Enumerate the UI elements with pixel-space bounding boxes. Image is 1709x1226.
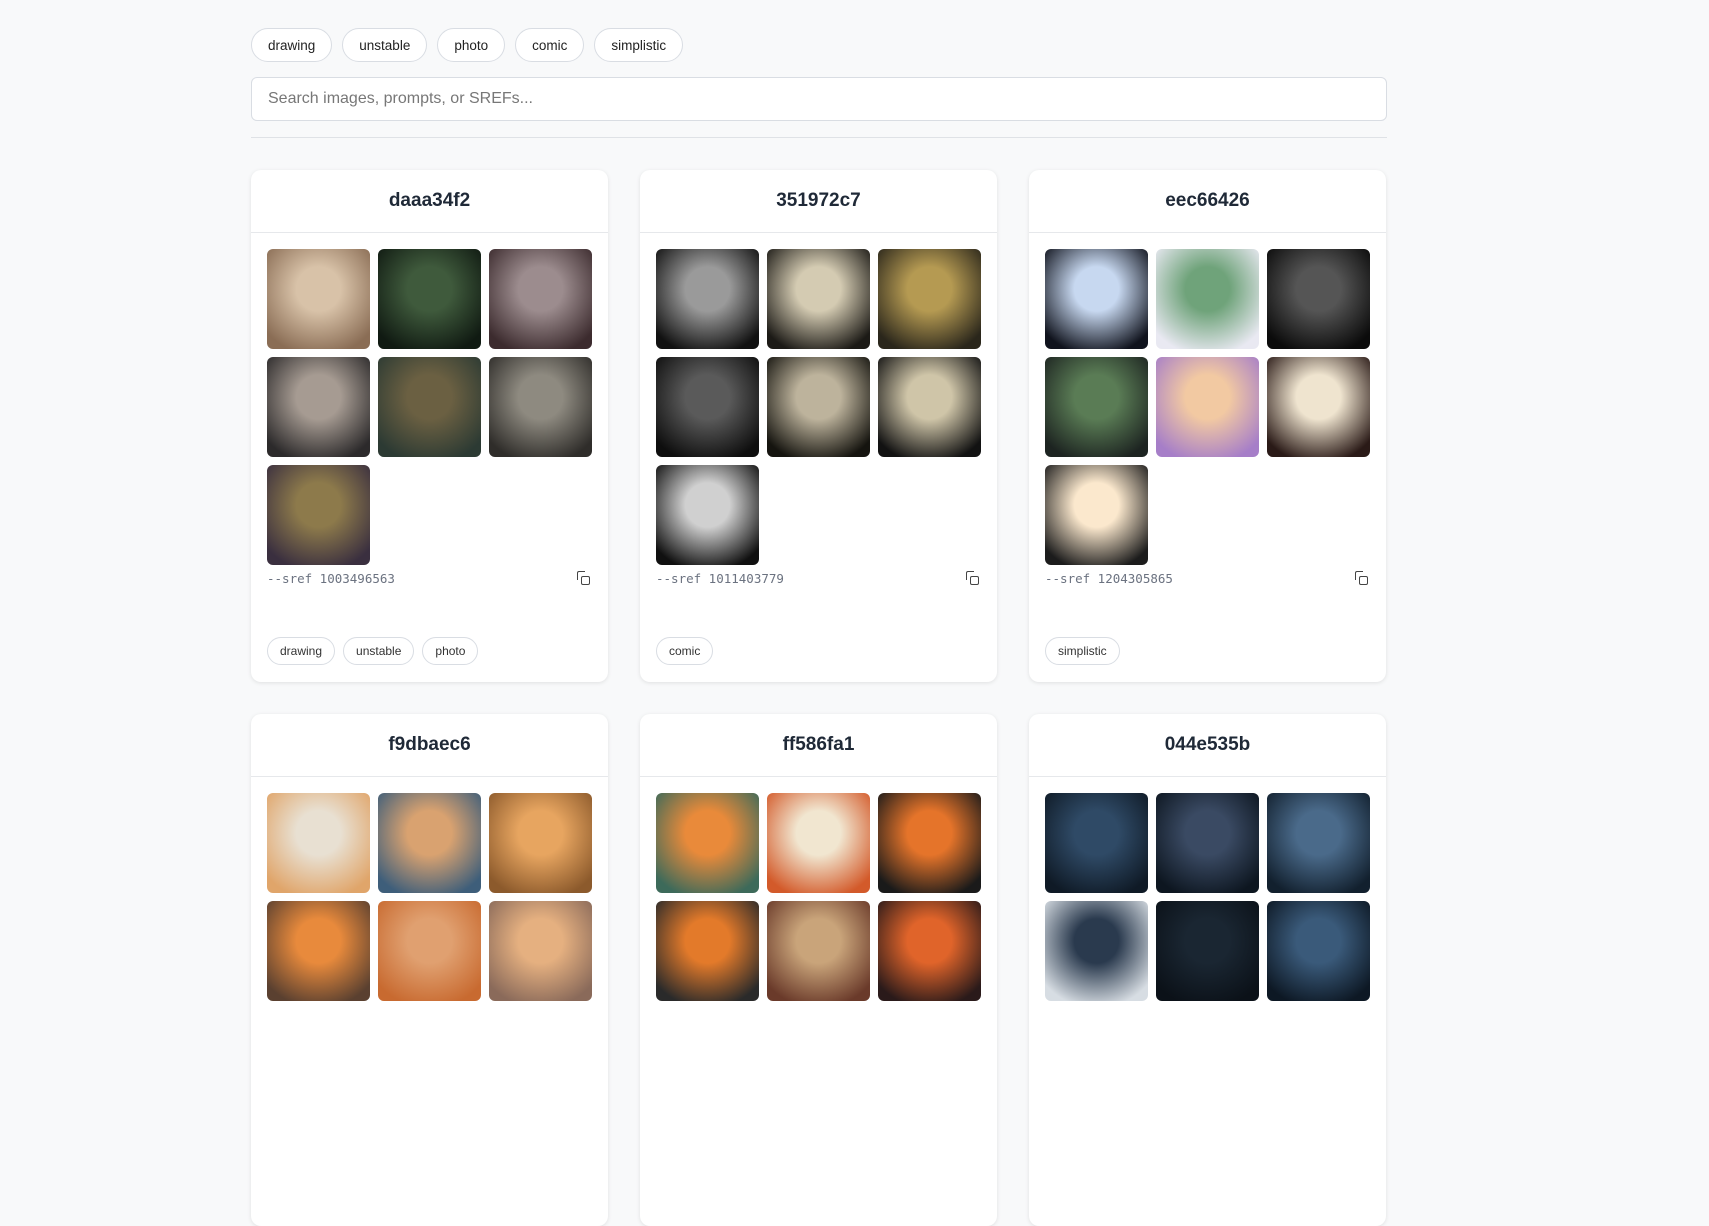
- thumbnail-image[interactable]: [378, 901, 481, 1001]
- sref-row: --sref 1204305865: [1045, 570, 1370, 586]
- thumbnail-grid: [1045, 793, 1370, 1001]
- copy-icon[interactable]: [576, 570, 592, 586]
- thumbnail-image[interactable]: [267, 357, 370, 457]
- thumbnail-image[interactable]: [267, 249, 370, 349]
- tag-chip[interactable]: simplistic: [1045, 637, 1120, 665]
- thumbnail-image[interactable]: [878, 901, 981, 1001]
- thumbnail-image[interactable]: [1156, 357, 1259, 457]
- thumbnail-image[interactable]: [489, 249, 592, 349]
- thumbnail-image[interactable]: [1156, 793, 1259, 893]
- thumbnail-image[interactable]: [767, 793, 870, 893]
- sref-card[interactable]: eec66426 --sref 1204305865 simplistic: [1029, 170, 1386, 682]
- thumbnail-grid: [656, 793, 981, 1001]
- thumbnail-image[interactable]: [1045, 249, 1148, 349]
- sref-card[interactable]: f9dbaec6: [251, 714, 608, 1226]
- tag-chip[interactable]: comic: [656, 637, 714, 665]
- thumbnail-image[interactable]: [1267, 357, 1370, 457]
- thumbnail-image[interactable]: [1045, 465, 1148, 565]
- thumbnail-grid: [267, 249, 592, 565]
- sref-row: --sref 1003496563: [267, 570, 592, 586]
- thumbnail-image[interactable]: [656, 465, 759, 565]
- thumbnail-image[interactable]: [1156, 249, 1259, 349]
- tag-list: comic: [656, 637, 714, 665]
- thumbnail-image[interactable]: [767, 249, 870, 349]
- thumbnail-image[interactable]: [267, 793, 370, 893]
- thumbnail-image[interactable]: [656, 249, 759, 349]
- thumbnail-image[interactable]: [767, 901, 870, 1001]
- copy-icon[interactable]: [965, 570, 981, 586]
- sref-card[interactable]: daaa34f2 --sref 1003496563 drawing unstable…: [251, 170, 608, 682]
- thumbnail-image[interactable]: [378, 793, 481, 893]
- copy-icon[interactable]: [1354, 570, 1370, 586]
- card-title: eec66426: [1029, 170, 1386, 233]
- thumbnail-image[interactable]: [489, 357, 592, 457]
- thumbnail-image[interactable]: [1045, 901, 1148, 1001]
- card-title: 351972c7: [640, 170, 997, 233]
- thumbnail-image[interactable]: [767, 357, 870, 457]
- thumbnail-image[interactable]: [1267, 901, 1370, 1001]
- card-title: ff586fa1: [640, 714, 997, 777]
- thumbnail-grid: [656, 249, 981, 565]
- card-title: daaa34f2: [251, 170, 608, 233]
- thumbnail-image[interactable]: [267, 465, 370, 565]
- tag-chip[interactable]: drawing: [267, 637, 336, 665]
- tag-list: simplistic: [1045, 637, 1120, 665]
- card-title: 044e535b: [1029, 714, 1386, 777]
- thumbnail-image[interactable]: [378, 249, 481, 349]
- sref-row: --sref 1011403779: [656, 570, 981, 586]
- thumbnail-image[interactable]: [1045, 793, 1148, 893]
- sref-code: --sref 1003496563: [267, 570, 395, 586]
- thumbnail-image[interactable]: [378, 357, 481, 457]
- sref-card[interactable]: 351972c7 --sref 1011403779 comic: [640, 170, 997, 682]
- thumbnail-grid: [267, 793, 592, 1001]
- page-container: drawing unstable photo comic simplistic …: [251, 0, 1387, 1226]
- thumbnail-grid: [1045, 249, 1370, 565]
- search-box: [251, 77, 1387, 121]
- filter-chip-drawing[interactable]: drawing: [251, 28, 333, 62]
- thumbnail-image[interactable]: [1267, 249, 1370, 349]
- thumbnail-image[interactable]: [656, 901, 759, 1001]
- filter-chip-photo[interactable]: photo: [437, 28, 506, 62]
- thumbnail-image[interactable]: [1156, 901, 1259, 1001]
- divider: [251, 137, 1387, 138]
- sref-card[interactable]: ff586fa1: [640, 714, 997, 1226]
- thumbnail-image[interactable]: [656, 793, 759, 893]
- thumbnail-image[interactable]: [878, 249, 981, 349]
- thumbnail-image[interactable]: [656, 357, 759, 457]
- thumbnail-image[interactable]: [1045, 357, 1148, 457]
- thumbnail-image[interactable]: [878, 793, 981, 893]
- tag-chip[interactable]: photo: [422, 637, 479, 665]
- filter-bar: drawing unstable photo comic simplistic: [251, 28, 1387, 62]
- tag-list: drawing unstable photo: [267, 637, 479, 665]
- filter-chip-comic[interactable]: comic: [515, 28, 585, 62]
- filter-chip-simplistic[interactable]: simplistic: [594, 28, 684, 62]
- thumbnail-image[interactable]: [1267, 793, 1370, 893]
- sref-code: --sref 1011403779: [656, 570, 784, 586]
- sref-card[interactable]: 044e535b: [1029, 714, 1386, 1226]
- thumbnail-image[interactable]: [267, 901, 370, 1001]
- search-input[interactable]: [268, 90, 1370, 108]
- card-title: f9dbaec6: [251, 714, 608, 777]
- filter-chip-unstable[interactable]: unstable: [342, 28, 428, 62]
- thumbnail-image[interactable]: [878, 357, 981, 457]
- thumbnail-image[interactable]: [489, 793, 592, 893]
- sref-code: --sref 1204305865: [1045, 570, 1173, 586]
- thumbnail-image[interactable]: [489, 901, 592, 1001]
- tag-chip[interactable]: unstable: [343, 637, 415, 665]
- sref-card-grid: daaa34f2 --sref 1003496563 drawing unstable…: [251, 170, 1386, 1226]
